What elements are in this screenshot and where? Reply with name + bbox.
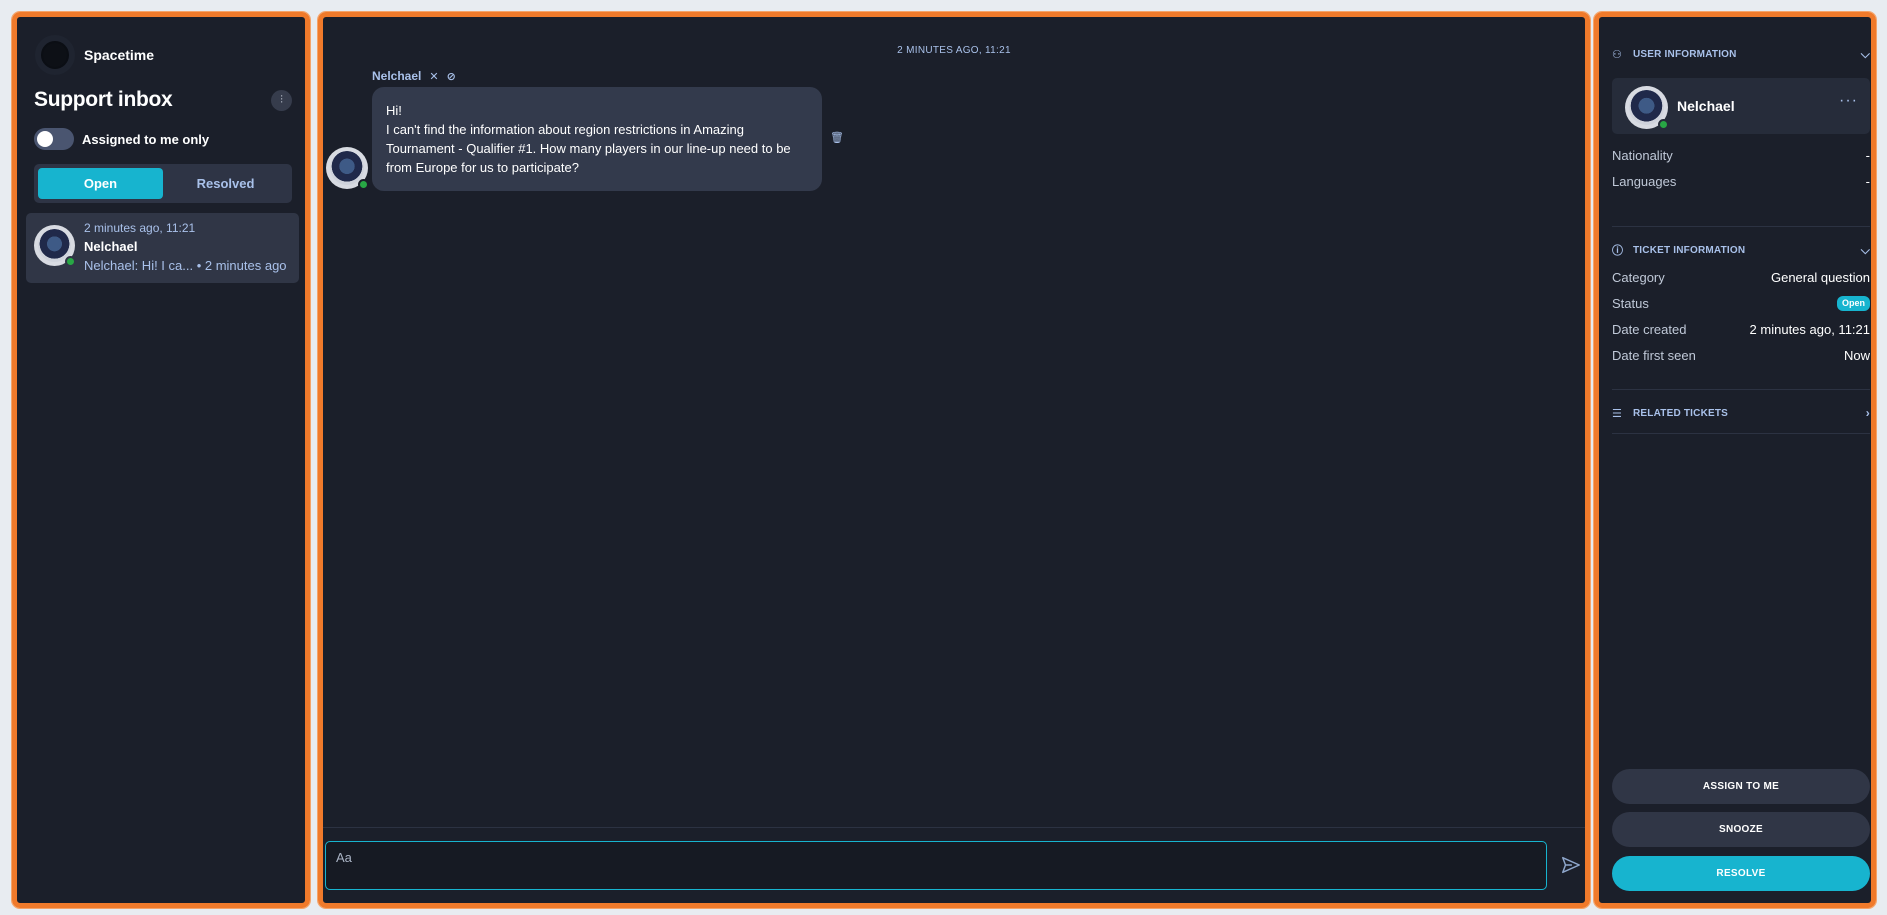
brand-name: Spacetime	[84, 47, 155, 63]
message-author-row: Nelchael ✕ ⊘	[372, 69, 456, 83]
message-author: Nelchael	[372, 69, 422, 83]
date-created-label: Date created	[1612, 322, 1687, 337]
category-label: Category	[1612, 270, 1665, 285]
date-first-seen-value: Now	[1843, 348, 1870, 363]
page-title: Support inbox	[34, 88, 173, 111]
ticket-info-title: TICKET INFORMATION	[1633, 244, 1746, 256]
composer-divider	[323, 827, 1585, 828]
category-value: General question	[1770, 270, 1870, 285]
assigned-toggle-label: Assigned to me only	[82, 131, 210, 147]
brand: Spacetime	[35, 35, 154, 75]
conversation-item[interactable]: 2 minutes ago, 11:21 Nelchael Nelchael: …	[26, 213, 299, 283]
status-label: Status	[1612, 296, 1649, 311]
date-created-row: Date created 2 minutes ago, 11:21	[1612, 322, 1870, 337]
details-panel: ⚇ USER INFORMATION ⌵ Nelchael ··· Nation…	[1593, 11, 1877, 909]
avatar	[34, 225, 76, 267]
date-created-value: 2 minutes ago, 11:21	[1749, 322, 1870, 337]
list-icon: ☰	[1612, 407, 1623, 420]
tab-resolved[interactable]: Resolved	[163, 168, 288, 199]
nationality-value: -	[1865, 148, 1870, 163]
chat-panel: 2 MINUTES AGO, 11:21 Nelchael ✕ ⊘ Hi! I …	[317, 11, 1591, 909]
chevron-down-icon: ⌵	[1860, 47, 1870, 61]
user-name: Nelchael	[1677, 98, 1735, 114]
languages-value: -	[1865, 174, 1870, 189]
message-bubble: Hi! I can't find the information about r…	[372, 87, 822, 191]
nationality-row: Nationality -	[1612, 148, 1870, 163]
chevron-down-icon: ⌵	[1860, 242, 1870, 257]
sliders-icon: ⫶	[280, 94, 283, 106]
assigned-toggle[interactable]	[34, 128, 74, 150]
online-indicator	[65, 256, 76, 267]
conversation-preview: Nelchael: Hi! I ca... • 2 minutes ago	[84, 258, 287, 273]
message-avatar	[326, 147, 369, 190]
ticket-info-header[interactable]: ⓘ TICKET INFORMATION ⌵	[1612, 242, 1870, 258]
section-divider	[1612, 389, 1870, 390]
user-info-title: USER INFORMATION	[1633, 49, 1737, 60]
languages-label: Languages	[1612, 174, 1677, 189]
block-icon[interactable]: ⊘	[447, 70, 456, 83]
nationality-label: Nationality	[1612, 148, 1673, 163]
tab-open[interactable]: Open	[38, 168, 163, 199]
resolve-button[interactable]: RESOLVE	[1612, 856, 1870, 891]
conversation-name: Nelchael	[84, 239, 138, 254]
related-tickets-header[interactable]: ☰ RELATED TICKETS ›	[1612, 406, 1870, 420]
date-first-seen-label: Date first seen	[1612, 348, 1696, 363]
message-input[interactable]: Aa	[325, 841, 1547, 890]
brand-logo	[35, 35, 75, 75]
status-tabs: Open Resolved	[34, 164, 292, 203]
avatar	[1625, 86, 1669, 130]
delete-message-icon[interactable]: 🗑	[830, 131, 844, 144]
languages-row: Languages -	[1612, 174, 1870, 189]
day-separator: 2 MINUTES AGO, 11:21	[897, 45, 1011, 56]
online-indicator	[358, 179, 369, 190]
send-icon[interactable]	[1560, 854, 1582, 876]
user-card: Nelchael ···	[1612, 78, 1870, 134]
user-info-header[interactable]: ⚇ USER INFORMATION ⌵	[1612, 47, 1870, 62]
user-icon: ⚇	[1612, 49, 1623, 61]
assigned-filter: Assigned to me only	[34, 128, 209, 150]
info-icon: ⓘ	[1612, 245, 1624, 257]
related-tickets-title: RELATED TICKETS	[1633, 407, 1729, 419]
inbox-sidebar: Spacetime Support inbox ⫶ Assigned to me…	[11, 11, 311, 909]
message-line: I can't find the information about regio…	[386, 122, 745, 137]
chevron-right-icon: ›	[1865, 406, 1870, 420]
status-row: Status Open	[1612, 296, 1870, 311]
message-line: Hi!	[386, 103, 402, 118]
pin-off-icon[interactable]: ✕	[429, 70, 438, 83]
assign-to-me-button[interactable]: ASSIGN TO ME	[1612, 769, 1870, 804]
filter-button[interactable]: ⫶	[271, 90, 292, 111]
snooze-button[interactable]: SNOOZE	[1612, 812, 1870, 847]
category-row: Category General question	[1612, 270, 1870, 285]
message-line: Tournament - Qualifier #1. How many play…	[386, 141, 791, 156]
date-first-seen-row: Date first seen Now	[1612, 348, 1870, 363]
status-badge: Open	[1836, 296, 1870, 311]
message-line: from Europe for us to participate?	[386, 160, 579, 175]
conversation-time: 2 minutes ago, 11:21	[84, 221, 196, 235]
more-options-icon[interactable]: ···	[1839, 92, 1858, 110]
online-indicator	[1658, 119, 1669, 130]
section-divider	[1612, 433, 1870, 434]
section-divider	[1612, 226, 1870, 227]
